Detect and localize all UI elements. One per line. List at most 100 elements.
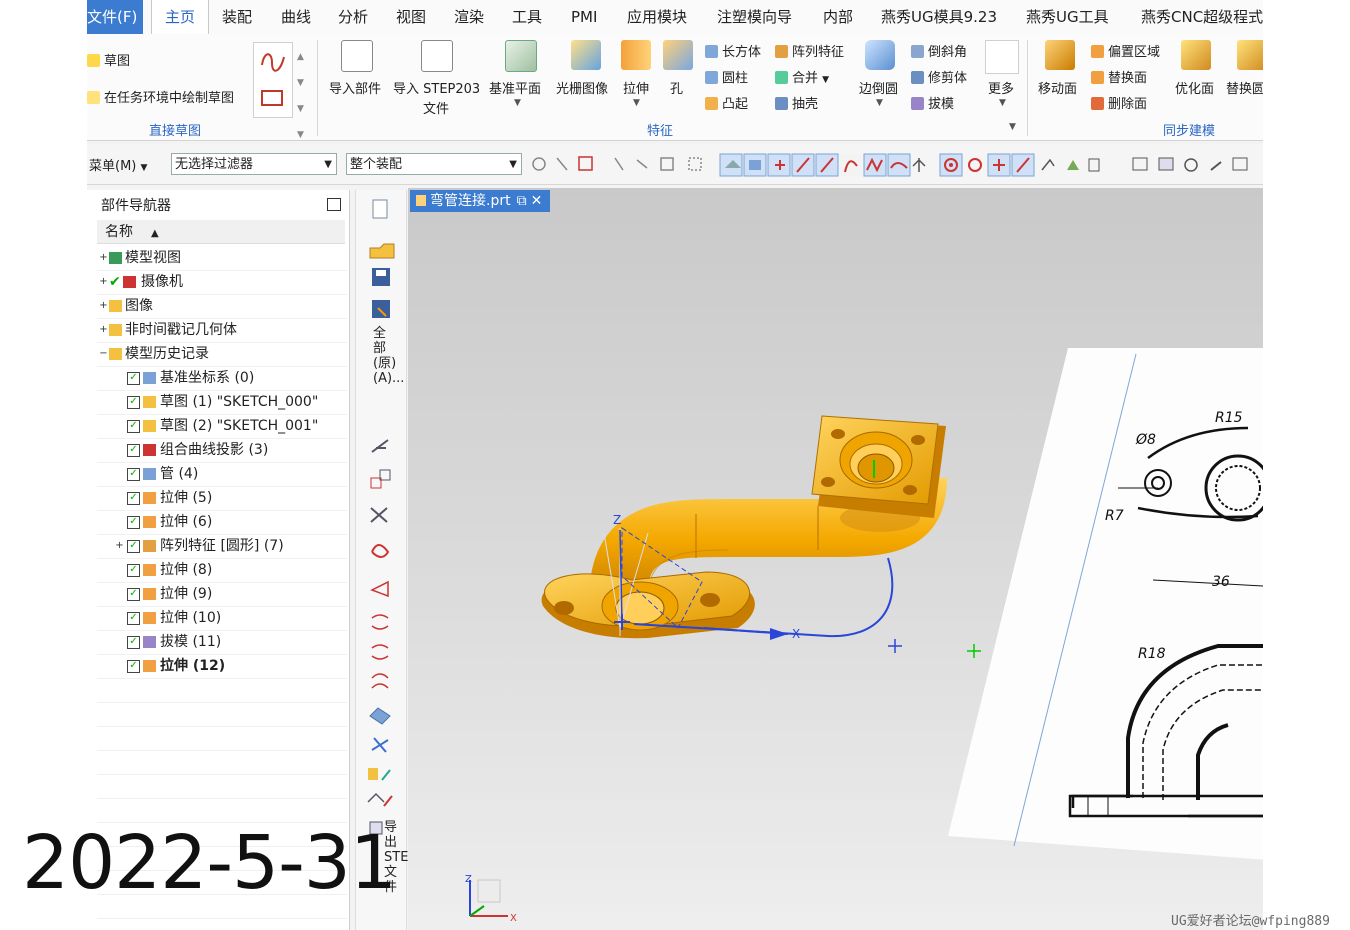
navigator-row[interactable]: ✓ 拉伸 (8): [97, 558, 347, 583]
selection-filter-select[interactable]: 无选择过滤器 ▼: [171, 153, 337, 175]
replace-face-button[interactable]: 替换面: [1091, 67, 1147, 86]
menu-curve[interactable]: 曲线: [281, 0, 311, 34]
feature-checkbox[interactable]: ✓: [127, 396, 140, 409]
collapse-icon[interactable]: −: [99, 349, 108, 359]
model-view[interactable]: R15 Ø8 R7 36 R18 Z X Z X: [408, 188, 1263, 930]
feature-checkbox[interactable]: ✓: [127, 468, 140, 481]
menu-application[interactable]: 应用模块: [627, 0, 687, 34]
navigator-row-label: 拉伸 (10): [160, 610, 222, 626]
extrude-dropdown[interactable]: ▼: [633, 98, 640, 108]
replace-blend-button[interactable]: 替换圆: [1226, 78, 1263, 97]
column-header-name[interactable]: 名称 ▲: [97, 220, 345, 244]
feature-checkbox[interactable]: ✓: [127, 660, 140, 673]
menu-internal[interactable]: 内部: [823, 0, 853, 34]
navigator-row[interactable]: + ✔ 摄像机: [97, 270, 347, 295]
empty-row: [97, 750, 347, 775]
navigator-row[interactable]: ✓ 组合曲线投影 (3): [97, 438, 347, 463]
resource-bar-icons[interactable]: [356, 190, 406, 930]
selection-scope-select[interactable]: 整个装配 ▼: [346, 153, 522, 175]
feature-checkbox[interactable]: ✓: [127, 564, 140, 577]
navigator-row[interactable]: + ✓ 阵列特征 [圆形] (7): [97, 534, 347, 559]
block-button[interactable]: 长方体: [705, 41, 761, 60]
delete-face-button[interactable]: 删除面: [1091, 93, 1147, 112]
feature-checkbox[interactable]: ✓: [127, 444, 140, 457]
navigator-row[interactable]: + 非时间戳记几何体: [97, 318, 347, 343]
more-button[interactable]: 更多: [988, 78, 1014, 97]
menu-analysis[interactable]: 分析: [338, 0, 368, 34]
chamfer-button[interactable]: 倒斜角: [911, 41, 967, 60]
graphics-window[interactable]: 弯管连接.prt ⧉ ✕ R15 Ø8 R7 36 R18 Z X Z X: [408, 188, 1263, 930]
navigator-row[interactable]: ✓ 基准坐标系 (0): [97, 366, 347, 391]
datum-plane-dropdown[interactable]: ▼: [514, 98, 521, 108]
navigator-row[interactable]: ✓ 草图 (2) "SKETCH_001": [97, 414, 347, 439]
expand-icon[interactable]: +: [99, 325, 108, 335]
menu-render[interactable]: 渲染: [454, 0, 484, 34]
navigator-row[interactable]: ✓ 拔模 (11): [97, 630, 347, 655]
navigator-row[interactable]: ✓ 管 (4): [97, 462, 347, 487]
menu-pmi[interactable]: PMI: [571, 0, 597, 34]
pattern-feature-button[interactable]: 阵列特征: [775, 41, 844, 60]
feature-checkbox[interactable]: ✓: [127, 516, 140, 529]
offset-region-button[interactable]: 偏置区域: [1091, 41, 1160, 60]
expand-icon[interactable]: +: [115, 541, 124, 551]
import-step-button[interactable]: 导入 STEP203: [393, 78, 480, 97]
feature-checkbox[interactable]: ✓: [127, 588, 140, 601]
navigator-row[interactable]: ✓ 拉伸 (5): [97, 486, 347, 511]
maximize-icon[interactable]: [327, 198, 341, 211]
hole-button[interactable]: 孔: [670, 78, 683, 97]
shell-button[interactable]: 抽壳: [775, 93, 818, 112]
feature-checkbox[interactable]: ✓: [127, 612, 140, 625]
menu-tools[interactable]: 工具: [512, 0, 542, 34]
snap-toolbar-icons[interactable]: [527, 150, 1263, 180]
expand-icon[interactable]: +: [99, 277, 108, 287]
expand-icon[interactable]: +: [99, 253, 108, 263]
view-triad[interactable]: [469, 879, 508, 917]
move-face-button[interactable]: 移动面: [1038, 78, 1077, 97]
navigator-row[interactable]: + 模型视图: [97, 246, 347, 271]
import-part-button[interactable]: 导入部件: [329, 78, 381, 97]
navigator-row[interactable]: ✓ 拉伸 (12): [97, 654, 347, 679]
expand-icon[interactable]: +: [99, 301, 108, 311]
feature-checkbox[interactable]: ✓: [127, 492, 140, 505]
selection-scope-value: 整个装配: [350, 157, 403, 172]
menu-button[interactable]: 菜单(M) ▼: [89, 155, 147, 174]
navigator-row[interactable]: ✓ 拉伸 (6): [97, 510, 347, 535]
edge-blend-button[interactable]: 边倒圆: [859, 78, 898, 97]
boss-button[interactable]: 凸起: [705, 93, 748, 112]
menu-yanxiu-mold[interactable]: 燕秀UG模具9.23: [881, 0, 997, 34]
menu-file[interactable]: 文件(F): [87, 0, 144, 34]
menu-assembly[interactable]: 装配: [222, 0, 252, 34]
trim-body-button[interactable]: 修剪体: [911, 67, 967, 86]
cylinder-button[interactable]: 圆柱: [705, 67, 748, 86]
navigator-row[interactable]: ✓ 草图 (1) "SKETCH_000": [97, 390, 347, 415]
pipe-elbow-model[interactable]: [541, 415, 947, 639]
delete-face-icon: [1091, 97, 1104, 110]
menu-view[interactable]: 视图: [396, 0, 426, 34]
menu-home[interactable]: 主页: [151, 0, 209, 35]
feature-checkbox[interactable]: ✓: [127, 540, 140, 553]
menu-mold-wizard[interactable]: 注塑模向导: [717, 0, 792, 34]
sketch-button[interactable]: 草图: [87, 50, 130, 69]
navigator-row[interactable]: + 图像: [97, 294, 347, 319]
sketch-in-task-button[interactable]: 在任务环境中绘制草图: [87, 87, 234, 106]
extrude-button[interactable]: 拉伸: [623, 78, 649, 97]
feature-checkbox[interactable]: ✓: [127, 372, 140, 385]
unite-button[interactable]: 合并 ▼: [775, 67, 829, 86]
raster-image-button[interactable]: 光栅图像: [556, 78, 608, 97]
menu-yanxiu-tools[interactable]: 燕秀UG工具: [1026, 0, 1109, 34]
optimize-face-button[interactable]: 优化面: [1175, 78, 1214, 97]
feature-checkbox[interactable]: ✓: [127, 636, 140, 649]
more-dropdown[interactable]: ▼: [999, 98, 1006, 108]
navigator-row[interactable]: ✓ 拉伸 (10): [97, 606, 347, 631]
navigator-row[interactable]: − 模型历史记录: [97, 342, 347, 367]
visible-check-icon[interactable]: ✔: [109, 270, 121, 294]
sketch-curve-gallery[interactable]: [253, 42, 293, 118]
navigator-row[interactable]: ✓ 拉伸 (9): [97, 582, 347, 607]
edge-blend-dropdown[interactable]: ▼: [876, 98, 883, 108]
draft-button[interactable]: 拔模: [911, 93, 954, 112]
gallery-scroll[interactable]: ▲ ▼ ▼ ▼: [297, 44, 304, 148]
menu-yanxiu-cnc[interactable]: 燕秀CNC超级程式: [1141, 0, 1263, 34]
datum-plane-button[interactable]: 基准平面: [489, 78, 541, 97]
feature-group-dropdown[interactable]: ▼: [1009, 122, 1016, 132]
feature-checkbox[interactable]: ✓: [127, 420, 140, 433]
